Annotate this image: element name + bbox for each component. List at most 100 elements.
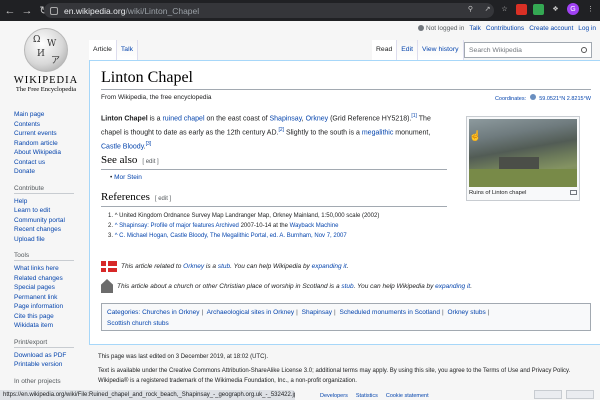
separator: |	[487, 309, 490, 316]
link-castle-bloody[interactable]: Castle Bloody	[101, 143, 144, 150]
search-icon[interactable]	[581, 47, 587, 53]
sidebar-nav: Main page Contents Current events Random…	[14, 110, 90, 177]
sidebar-item-wikidata-item[interactable]: Wikidata item	[14, 321, 90, 331]
category-link[interactable]: Scottish church stubs	[107, 320, 169, 327]
tab-edit[interactable]: Edit	[397, 40, 418, 60]
log-in-link[interactable]: Log in	[578, 25, 596, 32]
heading-text: See also	[101, 154, 138, 166]
logo-title: Wikipedia	[13, 75, 79, 86]
edit-section-link[interactable]: [ edit ]	[142, 159, 158, 165]
statistics-link[interactable]: Statistics	[356, 393, 378, 399]
category-link[interactable]: Shapinsay	[302, 309, 332, 316]
enlarge-icon[interactable]	[570, 190, 577, 195]
sidebar: Main page Contents Current events Random…	[14, 110, 90, 389]
sidebar-item-cite-this-page[interactable]: Cite this page	[14, 312, 90, 322]
wayback-link[interactable]: Wayback Machine	[290, 223, 339, 229]
mediawiki-badge[interactable]	[566, 390, 594, 399]
cookie-statement-link[interactable]: Cookie statement	[386, 393, 429, 399]
tab-article[interactable]: Article	[89, 40, 117, 60]
not-logged-in: Not logged in	[418, 25, 464, 32]
category-link[interactable]: Orkney stubs	[447, 309, 485, 316]
heading-see-also: See also [ edit ]	[101, 154, 159, 166]
ref-3[interactable]: [3]	[146, 141, 152, 147]
bookmark-star-icon[interactable]: ☆	[499, 4, 510, 15]
sidebar-item-donate[interactable]: Donate	[14, 167, 90, 177]
link-expanding[interactable]: expanding it	[435, 283, 470, 290]
extensions-puzzle-icon[interactable]: ❖	[550, 4, 561, 15]
link-orkney[interactable]: Orkney	[306, 115, 329, 122]
category-link[interactable]: Scheduled monuments in Scotland	[340, 309, 440, 316]
globe-icon	[529, 94, 536, 100]
edit-section-link[interactable]: [ edit ]	[155, 196, 171, 202]
sidebar-item-upload-file[interactable]: Upload file	[14, 235, 90, 245]
talk-link[interactable]: Talk	[469, 25, 481, 32]
heading-text: References	[101, 191, 150, 203]
key-icon[interactable]: ⚲	[465, 4, 476, 15]
category-link[interactable]: Archaeological sites in Orkney	[207, 309, 294, 316]
text: (Grid Reference HY5218).	[328, 115, 412, 123]
sidebar-item-help[interactable]: Help	[14, 197, 90, 207]
sidebar-item-main-page[interactable]: Main page	[14, 110, 90, 120]
ref-link[interactable]: ^ C. Michael Hogan, Castle Bloody, The M…	[115, 233, 347, 239]
extension-green-icon[interactable]	[533, 3, 544, 15]
sidebar-item-what-links-here[interactable]: What links here	[14, 264, 90, 274]
sidebar-item-contact[interactable]: Contact us	[14, 158, 90, 168]
coordinates-value[interactable]: 59.0521°N 2.8215°W	[539, 96, 591, 102]
forward-icon[interactable]: →	[20, 4, 34, 18]
sidebar-item-recent-changes[interactable]: Recent changes	[14, 225, 90, 235]
ref-link[interactable]: ^ Shapinsay: Profile of major features	[115, 223, 215, 229]
wikimedia-badge[interactable]	[534, 390, 562, 399]
sidebar-item-download-pdf[interactable]: Download as PDF	[14, 351, 90, 361]
intro-paragraph: Linton Chapel is a ruined chapel on the …	[101, 111, 436, 152]
caption-text: Ruins of Linton chapel	[469, 190, 527, 196]
ref-number: 2.	[108, 223, 114, 229]
wikipedia-logo[interactable]: Ω W И ア Wikipedia The Free Encyclopedia	[10, 28, 82, 100]
tab-talk[interactable]: Talk	[116, 40, 138, 60]
category-link[interactable]: Churches in Orkney	[142, 309, 199, 316]
sidebar-item-special-pages[interactable]: Special pages	[14, 283, 90, 293]
sidebar-item-community-portal[interactable]: Community portal	[14, 216, 90, 226]
search-placeholder: Search Wikipedia	[469, 46, 522, 54]
share-icon[interactable]: ↗	[482, 4, 493, 15]
sidebar-item-random-article[interactable]: Random article	[14, 139, 90, 149]
sidebar-item-related-changes[interactable]: Related changes	[14, 274, 90, 284]
back-icon[interactable]: ←	[3, 4, 17, 18]
page-title: Linton Chapel	[101, 69, 193, 86]
sidebar-item-current-events[interactable]: Current events	[14, 129, 90, 139]
coordinates-label[interactable]: Coordinates:	[495, 96, 526, 102]
separator: |	[296, 309, 298, 316]
footer-badges	[534, 390, 594, 399]
license-text: Text is available under the Creative Com…	[98, 368, 571, 374]
link-megalithic[interactable]: megalithic	[362, 129, 394, 136]
link-mor-stein[interactable]: Mor Stein	[114, 174, 142, 181]
link-ruined-chapel[interactable]: ruined chapel	[162, 115, 204, 122]
contributions-link[interactable]: Contributions	[486, 25, 524, 32]
reference-item: 3. ^ C. Michael Hogan, Castle Bloody, Th…	[108, 231, 379, 241]
chapel-photo[interactable]: ☝	[469, 119, 577, 187]
search-input[interactable]: Search Wikipedia	[464, 42, 592, 58]
extension-red-icon[interactable]	[516, 3, 527, 15]
link-stub[interactable]: stub	[218, 263, 230, 270]
tab-read[interactable]: Read	[372, 40, 398, 60]
sidebar-item-permanent-link[interactable]: Permanent link	[14, 293, 90, 303]
link-stub[interactable]: stub	[341, 283, 353, 290]
reference-item: 1. ^ United Kingdom Ordnance Survey Map …	[108, 211, 379, 221]
categories-label[interactable]: Categories:	[107, 309, 140, 316]
references-list: 1. ^ United Kingdom Ordnance Survey Map …	[108, 211, 379, 241]
menu-icon[interactable]: ⋮	[585, 4, 596, 15]
orkney-flag-icon	[101, 261, 117, 272]
link-orkney-stub[interactable]: Orkney	[183, 263, 204, 270]
address-bar[interactable]: en.wikipedia.org/wiki/Linton_Chapel	[44, 3, 494, 18]
link-expanding[interactable]: expanding it	[312, 263, 347, 270]
sidebar-item-contents[interactable]: Contents	[14, 120, 90, 130]
link-shapinsay[interactable]: Shapinsay	[270, 115, 302, 122]
sidebar-item-learn-to-edit[interactable]: Learn to edit	[14, 206, 90, 216]
archived-link[interactable]: Archived	[214, 223, 239, 229]
sidebar-item-printable-version[interactable]: Printable version	[14, 360, 90, 370]
sidebar-item-about[interactable]: About Wikipedia	[14, 148, 90, 158]
developers-link[interactable]: Developers	[320, 393, 348, 399]
profile-avatar[interactable]: G	[567, 3, 579, 15]
create-account-link[interactable]: Create account	[529, 25, 573, 32]
tab-view-history[interactable]: View history	[417, 40, 464, 60]
sidebar-item-page-information[interactable]: Page information	[14, 302, 90, 312]
